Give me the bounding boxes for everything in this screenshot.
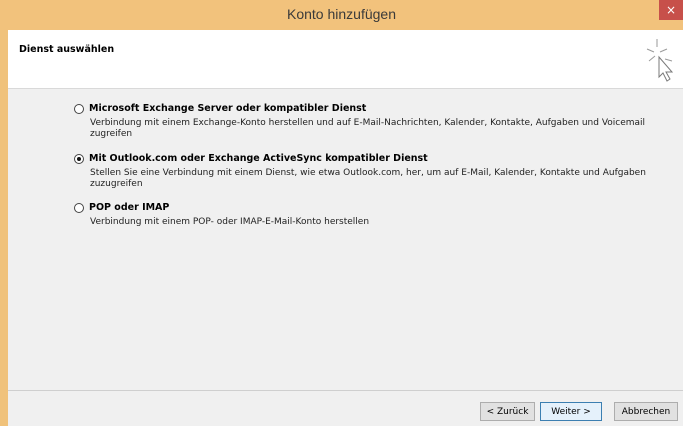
radio-exchange[interactable]: [74, 103, 84, 114]
option-description: Verbindung mit einem POP- oder IMAP-E-Ma…: [90, 217, 370, 227]
wizard-cursor-icon: [646, 39, 674, 82]
dialog-body: Dienst auswählen Microsoft Exchange Serv…: [8, 30, 683, 426]
radio-activesync[interactable]: [74, 153, 84, 164]
back-button[interactable]: < Zurück: [480, 402, 535, 421]
close-icon: ×: [665, 3, 677, 17]
footer-separator: [8, 390, 683, 391]
option-pop-imap[interactable]: POP oder IMAP Verbindung mit einem POP- …: [74, 202, 670, 228]
page-title: Dienst auswählen: [19, 44, 115, 55]
title-bar[interactable]: Konto hinzufügen ×: [0, 0, 683, 30]
option-activesync[interactable]: Mit Outlook.com oder Exchange ActiveSync…: [74, 153, 670, 190]
option-exchange[interactable]: Microsoft Exchange Server oder kompatibl…: [74, 103, 670, 140]
close-button[interactable]: ×: [659, 0, 683, 20]
option-label: POP oder IMAP: [89, 202, 170, 213]
cancel-button[interactable]: Abbrechen: [614, 402, 678, 421]
next-button[interactable]: Weiter >: [540, 402, 602, 421]
option-label: Mit Outlook.com oder Exchange ActiveSync…: [89, 153, 428, 164]
option-label: Microsoft Exchange Server oder kompatibl…: [89, 103, 367, 114]
radio-selected-dot: [77, 156, 81, 161]
wizard-header: Dienst auswählen: [8, 30, 683, 89]
dialog-window: Konto hinzufügen × Dienst auswählen Micr…: [0, 0, 683, 426]
window-title: Konto hinzufügen: [287, 6, 396, 22]
option-description: Stellen Sie eine Verbindung mit einem Di…: [90, 168, 646, 189]
radio-pop-imap[interactable]: [74, 202, 84, 213]
option-description: Verbindung mit einem Exchange-Konto hers…: [90, 118, 646, 139]
